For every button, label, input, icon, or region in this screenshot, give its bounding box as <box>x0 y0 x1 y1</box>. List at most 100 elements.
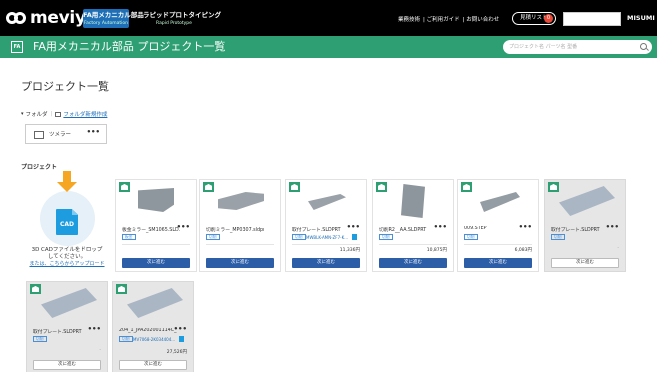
upload-link[interactable]: または、こちらからアップロード <box>26 260 108 267</box>
part-number[interactable]: MV7068-2K034404... <box>133 337 181 342</box>
project-price: 10,875円 <box>426 248 447 253</box>
document-icon[interactable] <box>352 234 357 240</box>
new-folder-link[interactable]: フォルダ新規作成 <box>63 110 107 118</box>
card-divider <box>206 244 274 245</box>
project-price: 27,526円 <box>166 350 187 355</box>
project-name[interactable]: 取付プレート.SLDPRT <box>292 226 350 233</box>
document-icon[interactable] <box>179 336 184 342</box>
project-name[interactable]: 板金ミラー_SM1065.SLD... <box>122 226 180 233</box>
project-thumbnail[interactable] <box>458 180 538 221</box>
card-divider <box>292 244 360 245</box>
project-card[interactable]: 204_1_JPA202001114C_... ••• 切削 MV7068-2K… <box>112 281 194 372</box>
project-more-icon[interactable]: ••• <box>177 223 190 231</box>
3d-model-icon <box>203 182 214 192</box>
cad-file-label: CAD <box>59 221 75 228</box>
part-image <box>559 186 615 216</box>
project-more-icon[interactable]: ••• <box>519 223 532 231</box>
folder-label[interactable]: フォルダ <box>26 110 48 118</box>
process-tag: 切削 <box>206 234 220 240</box>
next-button[interactable]: 次に進む <box>206 258 274 268</box>
header-link-guide[interactable]: ご利用ガイド <box>427 17 460 23</box>
quote-count-badge: 0 <box>544 14 553 23</box>
card-divider <box>464 244 532 245</box>
service-tab-rp-sublabel: Rapid Prototype <box>156 21 192 26</box>
project-card[interactable]: 板金ミラー_SM1065.SLD... ••• 板金 次に進む <box>115 179 197 272</box>
misumi-brand[interactable]: MISUMI <box>627 14 655 22</box>
next-button[interactable]: 次に進む <box>379 258 447 268</box>
project-thumbnail[interactable] <box>286 180 366 221</box>
3d-model-icon <box>376 182 387 192</box>
process-tag: 切削 <box>379 234 393 240</box>
project-more-icon[interactable]: ••• <box>606 223 619 231</box>
part-image <box>308 194 346 210</box>
3d-model-icon <box>289 182 300 192</box>
new-folder-icon <box>55 111 62 117</box>
project-card[interactable]: 切削ミラー_MP0307.sldprt 切削 次に進む <box>199 179 281 272</box>
header-links: 業務技術 | ご利用ガイド | お問い合わせ <box>398 17 500 23</box>
folder-item[interactable]: ツメラー ••• <box>25 124 107 144</box>
meviy-logo[interactable]: meviy <box>6 7 86 29</box>
project-price: 11,336円 <box>339 248 360 253</box>
process-tag: 切削 <box>33 336 47 342</box>
upload-dropzone[interactable]: CAD 3D CADファイルをドロップ してください。 または、こちらからアップ… <box>26 171 108 275</box>
header-search-input[interactable] <box>563 12 621 26</box>
header-link-tech[interactable]: 業務技術 <box>398 17 420 23</box>
3d-model-icon <box>116 284 127 294</box>
part-number[interactable]: MWBLK-AMN-ZF7-K... <box>306 235 354 240</box>
project-card[interactable]: 切削R2__AA.SLDPRT ••• 切削 10,875円 次に進む <box>372 179 454 272</box>
folder-name: ツメラー <box>49 132 72 138</box>
project-thumbnail[interactable] <box>113 282 193 323</box>
project-name[interactable]: 009.STEP <box>464 226 522 231</box>
3d-model-icon <box>461 182 472 192</box>
project-name[interactable]: 204_1_JPA202001114C_... <box>119 328 177 333</box>
folder-icon <box>34 131 44 139</box>
project-thumbnail[interactable] <box>545 180 625 221</box>
project-card[interactable]: 取付プレート.SLDPRT ••• 切削 MWBLK-AMN-ZF7-K... … <box>285 179 367 272</box>
folder-more-icon[interactable]: ••• <box>87 128 100 136</box>
next-button[interactable]: 次に進む <box>122 258 190 268</box>
process-tag: 切削 <box>464 234 478 240</box>
project-price: 6,083円 <box>514 248 532 253</box>
project-name[interactable]: 取付プレート.SLDPRT <box>33 328 91 335</box>
service-tab-rapid-prototype[interactable]: ラピッドプロトタイピング Rapid Prototype <box>143 9 221 28</box>
header-link-contact[interactable]: お問い合わせ <box>466 17 499 23</box>
folder-toolbar: ▾ フォルダ | フォルダ新規作成 <box>21 110 108 118</box>
upload-instruction: 3D CADファイルをドロップ してください。 <box>26 247 108 261</box>
service-tab-fa[interactable]: FA用メカニカル部品 Factory Automation <box>83 9 144 28</box>
fa-badge-icon: FA <box>11 41 23 53</box>
part-image <box>480 192 520 212</box>
next-button[interactable]: 次に進む <box>33 360 101 370</box>
project-card[interactable]: 009.STEP ••• 切削 6,083円 次に進む <box>457 179 539 272</box>
service-tab-rp-label: ラピッドプロトタイピング <box>143 11 221 19</box>
project-thumbnail[interactable] <box>373 180 453 221</box>
next-button[interactable]: 次に進む <box>464 258 532 268</box>
project-name[interactable]: 取付プレート.SLDPRT <box>551 226 609 233</box>
project-thumbnail[interactable] <box>116 180 196 221</box>
card-divider <box>122 244 190 245</box>
project-name[interactable]: 切削R2__AA.SLDPRT <box>379 226 437 233</box>
part-image <box>138 188 174 212</box>
service-header-bar: FA FA用メカニカル部品 プロジェクト一覧 プロジェクト名 パーツ名 型番 <box>0 36 657 58</box>
project-more-icon[interactable]: ••• <box>347 223 360 231</box>
project-thumbnail[interactable] <box>200 180 280 221</box>
next-button[interactable]: 次に進む <box>551 258 619 268</box>
project-more-icon[interactable]: ••• <box>88 325 101 333</box>
project-more-icon[interactable]: ••• <box>174 325 187 333</box>
project-card[interactable]: 取付プレート.SLDPRT ••• 切削 - 次に進む <box>544 179 626 272</box>
part-image <box>401 184 425 218</box>
project-name[interactable]: 切削ミラー_MP0307.sldprt <box>206 226 264 233</box>
project-more-icon[interactable]: ••• <box>434 223 447 231</box>
project-card[interactable]: 取付プレート.SLDPRT ••• 切削 - 次に進む <box>26 281 108 372</box>
project-search-input[interactable]: プロジェクト名 パーツ名 型番 <box>503 40 652 54</box>
next-button[interactable]: 次に進む <box>292 258 360 268</box>
folder-toggle-icon[interactable]: ▾ <box>21 111 24 117</box>
search-icon[interactable] <box>640 43 647 50</box>
project-price: - <box>99 348 101 353</box>
3d-model-icon <box>30 284 41 294</box>
part-image <box>41 288 97 318</box>
next-button[interactable]: 次に進む <box>119 360 187 370</box>
process-tag: 切削 <box>119 336 133 342</box>
project-thumbnail[interactable] <box>27 282 107 323</box>
quote-list-button[interactable]: 見積リスト 0 <box>512 12 556 25</box>
card-divider <box>379 244 447 245</box>
